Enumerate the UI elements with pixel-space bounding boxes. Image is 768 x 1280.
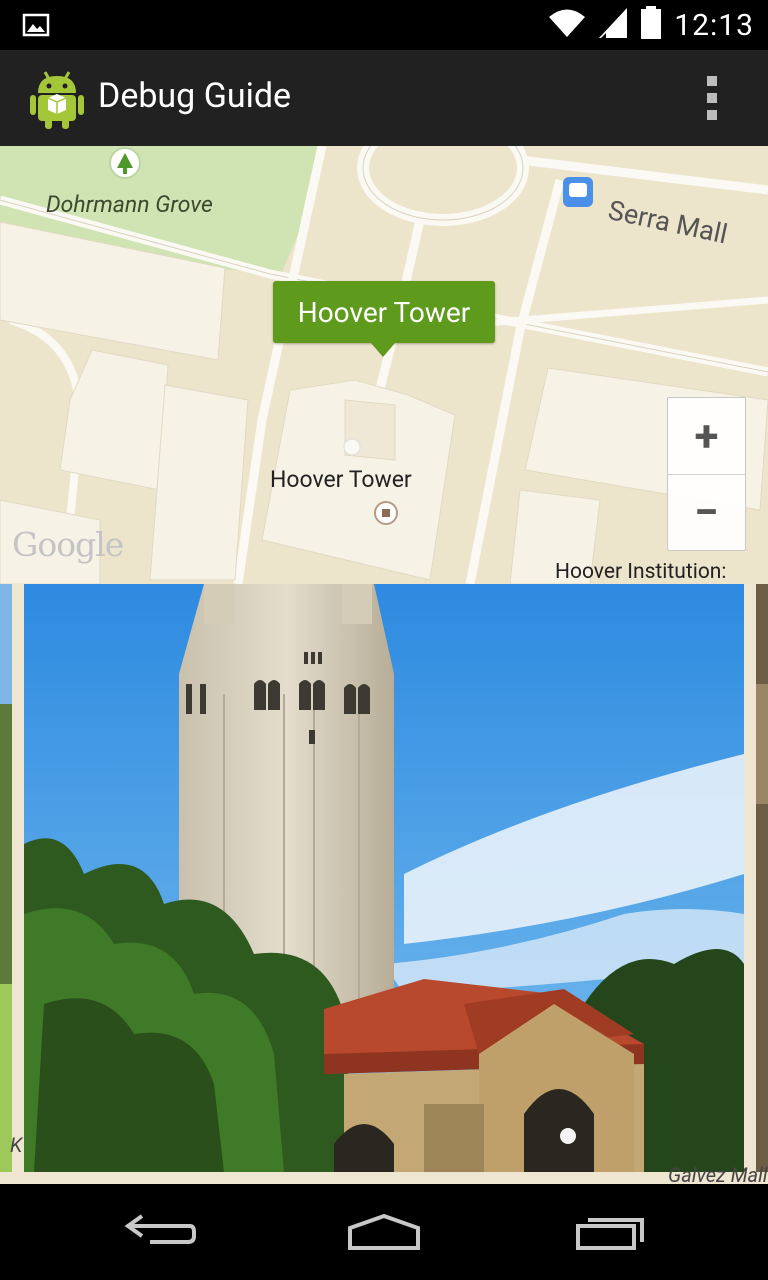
android-robot-icon[interactable] <box>28 68 86 134</box>
status-time: 12:13 <box>674 7 754 43</box>
navigation-bar <box>0 1184 768 1280</box>
battery-icon <box>640 6 662 44</box>
google-logo: Google <box>12 525 124 564</box>
map-label-grove: Dohrmann Grove <box>46 191 213 218</box>
zoom-out-button[interactable]: − <box>668 474 745 550</box>
map-label-bottom-left: K <box>10 1133 23 1157</box>
map-view[interactable]: Dohrmann Grove Serra Mall Hoover Tower H… <box>0 146 768 584</box>
home-icon[interactable] <box>346 1212 422 1256</box>
wifi-icon <box>548 8 586 42</box>
next-photo[interactable] <box>756 584 768 1172</box>
zoom-controls: + − <box>667 397 746 551</box>
image-notification-icon <box>22 13 50 41</box>
overflow-menu-icon[interactable] <box>704 76 720 120</box>
photo-gallery[interactable] <box>0 584 768 1184</box>
previous-photo[interactable] <box>0 584 12 1172</box>
zoom-in-button[interactable]: + <box>668 398 745 475</box>
map-label-tower: Hoover Tower <box>270 466 412 493</box>
hoover-tower-photo[interactable] <box>24 584 744 1172</box>
signal-icon <box>598 7 628 43</box>
recent-apps-icon[interactable] <box>574 1212 646 1256</box>
action-bar: Debug Guide <box>0 50 768 147</box>
info-window[interactable]: Hoover Tower <box>273 281 495 357</box>
status-bar: 12:13 <box>0 0 768 50</box>
back-icon[interactable] <box>124 1212 196 1256</box>
map-label-institution: Hoover Institution: <box>555 560 727 584</box>
app-title: Debug Guide <box>98 76 292 116</box>
map-label-bottom-right: Galvez Mall <box>668 1163 768 1187</box>
